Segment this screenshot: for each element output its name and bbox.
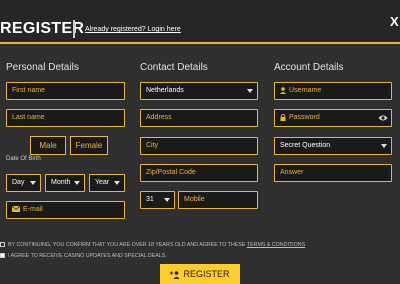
chevron-down-icon [114,181,120,185]
country-select[interactable]: Netherlands [140,82,258,100]
username-input[interactable]: Username [274,82,392,100]
password-input[interactable]: Password [274,109,392,127]
address-input[interactable]: Address [140,109,258,127]
account-details-title: Account Details [274,62,344,73]
answer-input[interactable]: Answer [274,164,392,182]
first-name-input[interactable]: First name [6,82,125,100]
user-icon [280,86,286,94]
dob-label: Date Of Birth [6,156,41,162]
chevron-down-icon [381,144,387,148]
last-name-placeholder: Last name [12,114,45,121]
username-placeholder: Username [289,87,322,94]
dob-month-select[interactable]: Month [45,174,85,192]
email-placeholder: E-mail [23,206,43,213]
mobile-input[interactable]: Mobile [178,191,258,209]
address-placeholder: Address [146,114,172,121]
country-value: Netherlands [146,87,184,94]
login-link[interactable]: Already registered? Login here [85,26,181,33]
first-name-placeholder: First name [12,87,46,94]
password-placeholder: Password [289,114,320,121]
personal-details-title: Personal Details [6,62,79,73]
add-user-icon [170,270,180,279]
city-placeholder: City [146,142,159,149]
chevron-down-icon [164,198,170,202]
terms-link[interactable]: TERMS & CONDITIONS [247,242,305,248]
phone-code-select[interactable]: 31 [140,191,175,209]
updates-consent-text: I AGREE TO RECEIVE CASINO UPDATES AND SP… [8,253,167,259]
updates-consent[interactable]: I AGREE TO RECEIVE CASINO UPDATES AND SP… [0,253,167,259]
page-title: REGISTER [0,20,85,37]
phone-code-value: 31 [146,196,154,203]
dob-month-value: Month [51,179,71,186]
dob-day-value: Day [12,179,25,186]
envelope-icon [12,206,20,213]
header-divider [73,20,75,38]
updates-consent-checkbox[interactable] [0,253,5,259]
city-input[interactable]: City [140,137,258,155]
last-name-input[interactable]: Last name [6,109,125,127]
secret-question-value: Secret Question [280,142,331,149]
age-consent-checkbox[interactable] [0,242,5,248]
dob-day-select[interactable]: Day [6,174,41,192]
close-icon[interactable]: X [390,14,400,29]
register-button-label: REGISTER [183,269,230,279]
mobile-placeholder: Mobile [184,196,205,203]
gender-female-button[interactable]: Female [70,136,108,155]
header: REGISTER Already registered? Login here … [0,0,400,44]
chevron-down-icon [74,181,80,185]
age-consent[interactable]: BY CONTINUING, YOU CONFIRM THAT YOU ARE … [0,242,305,248]
gender-male-button[interactable]: Male [30,136,66,155]
dob-year-value: Year [95,179,110,186]
register-button[interactable]: REGISTER [160,264,240,284]
secret-question-select[interactable]: Secret Question [274,137,392,155]
contact-details-title: Contact Details [140,62,208,73]
chevron-down-icon [247,89,253,93]
age-consent-text: BY CONTINUING, YOU CONFIRM THAT YOU ARE … [8,242,246,248]
zip-input[interactable]: Zip/Postal Code [140,164,258,182]
answer-placeholder: Answer [280,169,304,176]
email-input[interactable]: E-mail [6,201,125,219]
eye-icon[interactable] [378,114,388,122]
dob-year-select[interactable]: Year [89,174,125,192]
zip-placeholder: Zip/Postal Code [146,169,196,176]
lock-icon [280,113,286,121]
chevron-down-icon [30,181,36,185]
